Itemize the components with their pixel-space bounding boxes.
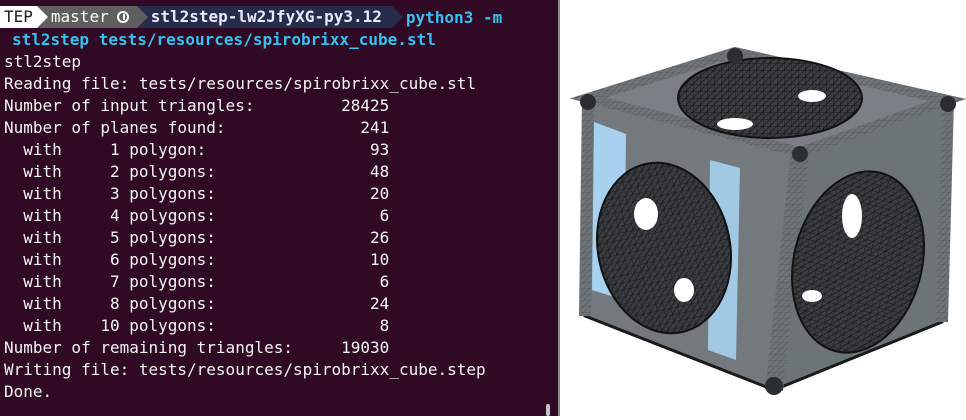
- prompt-separator-arrow: [391, 6, 403, 28]
- polygon-row-n: 6: [109, 250, 120, 269]
- output-line: stl2step: [4, 51, 81, 73]
- polygon-row-count: 6: [379, 272, 390, 291]
- terminal-window[interactable]: TEP master stl2step-lw2JfyXG-py3.12 pyth…: [0, 0, 558, 416]
- polygon-row: with 4 polygons: 6: [4, 205, 389, 227]
- polygon-row-count: 10: [370, 250, 390, 269]
- spirobrixx-cube-3d-model: [569, 46, 966, 395]
- polygon-row: with 3 polygons: 20: [4, 183, 389, 205]
- prompt-segment-git: master: [36, 6, 148, 28]
- polygon-row-n: 3: [109, 184, 120, 203]
- polygon-row: with 6 polygons: 10: [4, 249, 389, 271]
- reading-file-text: Reading file: tests/resources/spirobrixx…: [4, 74, 477, 93]
- prompt-separator-arrow: [36, 6, 48, 28]
- shell-prompt: TEP master stl2step-lw2JfyXG-py3.12 pyth…: [0, 6, 502, 28]
- command-text-start: python3 -m: [405, 7, 503, 27]
- polygon-row-n: 10: [100, 316, 120, 335]
- input-triangles-label: Number of input triangles:: [4, 96, 255, 115]
- polygon-row-label: polygons:: [119, 294, 216, 313]
- prompt-host-label: TEP: [4, 7, 33, 26]
- polygon-row-count: 20: [370, 184, 390, 203]
- polygon-row-count: 8: [379, 316, 390, 335]
- polygon-row: with 2 polygons: 48: [4, 161, 389, 183]
- prompt-segment-host: TEP: [0, 6, 48, 28]
- polygon-row: with 10 polygons: 8: [4, 315, 389, 337]
- program-name: stl2step: [4, 52, 82, 71]
- polygon-row-with: with: [4, 272, 62, 291]
- output-line: Number of input triangles: 28425: [4, 95, 389, 117]
- polygon-row-label: polygons:: [119, 316, 216, 335]
- polygon-row-count: 26: [370, 228, 390, 247]
- planes-found-label: Number of planes found:: [4, 118, 226, 137]
- polygon-row-with: with: [4, 162, 62, 181]
- polygon-row-label: polygons:: [119, 250, 216, 269]
- model-viewer[interactable]: [560, 0, 966, 416]
- git-status-icon: [116, 11, 129, 23]
- command-text-continued: stl2step tests/resources/spirobrixx_cube…: [12, 30, 436, 49]
- polygon-row-with: with: [4, 294, 62, 313]
- input-triangles-value: 28425: [341, 96, 390, 115]
- prompt-separator-arrow: [136, 6, 148, 28]
- output-line: Writing file: tests/resources/spirobrixx…: [4, 359, 486, 381]
- remaining-triangles-value: 19030: [341, 338, 390, 357]
- polygon-row-n: 4: [109, 206, 120, 225]
- output-line: Number of planes found: 241: [4, 117, 389, 139]
- polygon-row-label: polygons:: [119, 184, 216, 203]
- polygon-row: with 8 polygons: 24: [4, 293, 389, 315]
- polygon-row-count: 6: [379, 206, 390, 225]
- polygon-row-label: polygons:: [119, 206, 216, 225]
- polygon-row: with 7 polygons: 6: [4, 271, 389, 293]
- polygon-row: with 1 polygon: 93: [4, 139, 389, 161]
- output-line: Reading file: tests/resources/spirobrixx…: [4, 73, 476, 95]
- polygon-row-count: 93: [370, 140, 390, 159]
- writing-file-text: Writing file: tests/resources/spirobrixx…: [4, 360, 486, 379]
- polygon-row-with: with: [4, 250, 62, 269]
- output-line: Done.: [4, 381, 52, 403]
- polygon-row-n: 1: [109, 140, 120, 159]
- polygon-row-n: 2: [109, 162, 120, 181]
- polygon-row-with: with: [4, 140, 62, 159]
- polygon-row-label: polygons:: [119, 228, 216, 247]
- polygon-row-with: with: [4, 316, 62, 335]
- terminal-scrollbar[interactable]: [546, 404, 550, 416]
- polygon-row-with: with: [4, 206, 62, 225]
- polygon-row-n: 5: [109, 228, 120, 247]
- polygon-row-count: 24: [370, 294, 390, 313]
- done-text: Done.: [4, 382, 53, 401]
- git-branch-label: master: [50, 7, 109, 26]
- polygon-row-label: polygons:: [119, 162, 216, 181]
- polygon-row-label: polygons:: [119, 272, 216, 291]
- polygon-row-with: with: [4, 184, 62, 203]
- output-line: Number of remaining triangles: 19030: [4, 337, 389, 359]
- polygon-row-with: with: [4, 228, 62, 247]
- polygon-row-count: 48: [370, 162, 390, 181]
- polygon-row: with 5 polygons: 26: [4, 227, 389, 249]
- planes-found-value: 241: [360, 118, 390, 137]
- prompt-segment-venv: stl2step-lw2JfyXG-py3.12: [136, 6, 403, 28]
- polygon-row-label: polygon:: [119, 140, 207, 159]
- virtualenv-label: stl2step-lw2JfyXG-py3.12: [150, 7, 382, 26]
- remaining-triangles-label: Number of remaining triangles:: [4, 338, 293, 357]
- polygon-row-n: 7: [109, 272, 120, 291]
- polygon-row-n: 8: [109, 294, 120, 313]
